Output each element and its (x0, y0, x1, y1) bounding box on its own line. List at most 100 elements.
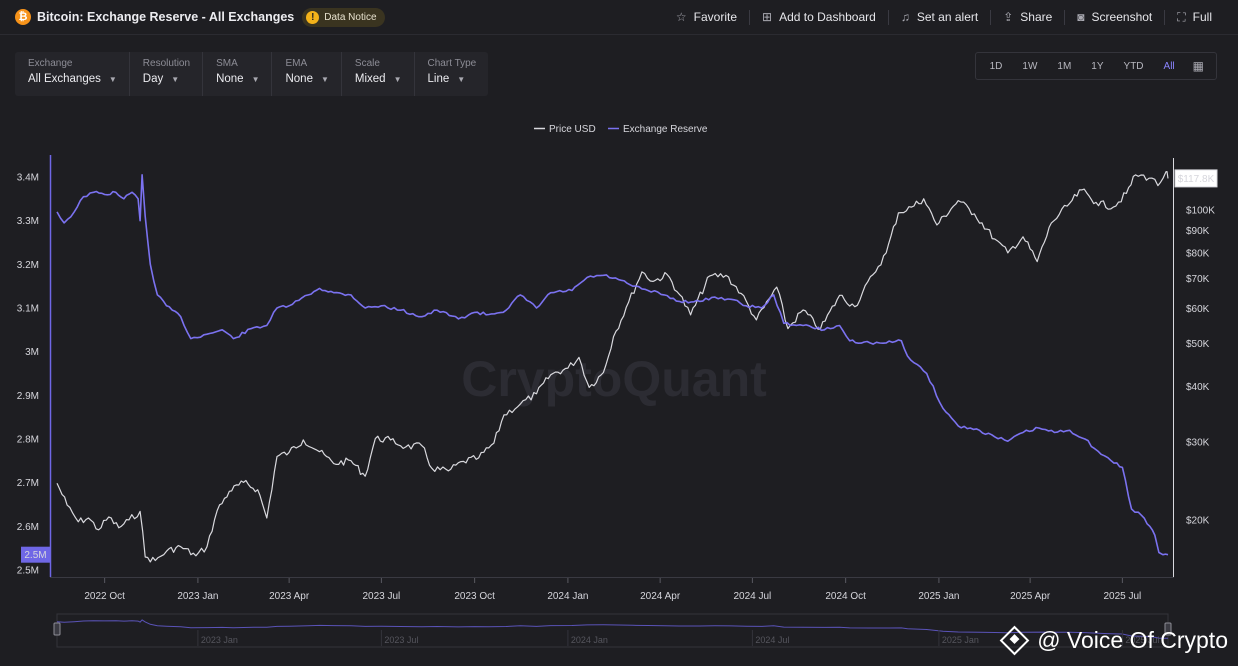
reserve-data-point (435, 308, 439, 312)
x-axis-ticks: 2022 Oct 2023 Jan 2023 Apr 2023 Jul 2023 Oct… (84, 578, 1141, 602)
navigator-tick-label: 2023 Jan (201, 635, 238, 645)
price-data-point (922, 197, 926, 201)
reserve-data-point (1140, 513, 1144, 517)
right-current-value-tag: $117.8K (1174, 169, 1218, 188)
reserve-data-point (504, 308, 508, 312)
legend[interactable]: Price USD Exchange Reserve (534, 124, 708, 135)
price-data-point (801, 308, 805, 312)
x-tick-label: 2025 Jan (918, 591, 959, 602)
price-data-point (227, 489, 231, 493)
price-data-point (430, 467, 434, 471)
price-data-point (117, 526, 121, 530)
reserve-data-point (1006, 439, 1010, 443)
price-data-point (275, 455, 279, 459)
price-data-point (349, 459, 353, 463)
reserve-data-point (306, 293, 310, 297)
price-data-point (640, 270, 644, 274)
left-tick-label: 2.5M (17, 566, 39, 577)
right-tick-label: $90K (1186, 226, 1210, 237)
price-data-point (215, 509, 219, 513)
reserve-data-point (189, 337, 193, 341)
reserve-data-point (1157, 551, 1161, 555)
price-data-point (1156, 184, 1160, 188)
price-data-point (956, 199, 960, 203)
reserve-data-point (165, 304, 169, 308)
watermark: CryptoQuant (461, 351, 767, 407)
x-tick-label: 2025 Jul (1103, 591, 1141, 602)
legend-label-price: Price USD (549, 124, 596, 135)
reserve-data-point (62, 221, 66, 225)
price-data-point (910, 205, 914, 209)
legend-label-reserve: Exchange Reserve (623, 124, 708, 135)
price-data-point (535, 392, 539, 396)
reserve-data-point (72, 210, 76, 214)
x-tick-label: 2023 Apr (269, 591, 310, 602)
price-data-point (389, 438, 393, 442)
left-tick-label: 3.2M (17, 260, 39, 271)
left-current-value: 2.5M (24, 550, 46, 561)
left-axis-ticks: 3.4M 3.3M 3.2M 3.1M 3M 2.9M 2.8M 2.7M 2.6M 2.5M (17, 173, 39, 577)
price-data-point (754, 318, 758, 322)
reserve-data-point (899, 339, 903, 343)
price-data-point (677, 292, 681, 296)
reserve-data-point (1109, 459, 1113, 463)
price-data-point (1150, 176, 1154, 180)
chart-canvas[interactable]: CryptoQuant Price USD Exchange Reserve 3… (0, 0, 1238, 666)
reserve-data-point (155, 293, 159, 297)
reserve-data-point (1161, 553, 1165, 557)
navigator-left-handle[interactable] (53, 622, 61, 636)
price-data-point (194, 554, 198, 558)
left-tick-label: 2.7M (17, 478, 39, 489)
price-data-point (86, 516, 90, 520)
price-data-point (1068, 201, 1072, 205)
price-data-point (627, 300, 631, 304)
reserve-data-point (55, 210, 59, 214)
price-data-point (724, 273, 728, 277)
reserve-data-point (379, 304, 383, 308)
left-tick-label: 3M (25, 347, 39, 358)
price-data-point (404, 445, 408, 449)
reserve-data-point (130, 190, 134, 194)
reserve-data-point (1083, 437, 1087, 441)
reserve-data-point (143, 214, 147, 218)
price-data-point (566, 366, 570, 370)
reserve-data-point (122, 197, 126, 201)
right-tick-label: $60K (1186, 304, 1210, 315)
price-data-point (601, 371, 605, 375)
reserve-data-point (287, 304, 291, 308)
right-tick-label: $40K (1186, 382, 1210, 393)
right-tick-label: $80K (1186, 248, 1210, 259)
reserve-data-point (1068, 428, 1072, 432)
reserve-data-point (868, 341, 872, 345)
price-data-point (55, 481, 59, 485)
reserve-data-point (140, 173, 144, 177)
price-data-point (1134, 173, 1138, 177)
reserve-data-point (617, 278, 621, 282)
reserve-data-point (138, 219, 142, 223)
right-current-value: $117.8K (1178, 174, 1215, 185)
reserve-data-point (148, 262, 152, 266)
reserve-data-point (318, 286, 322, 290)
price-data-point (665, 273, 669, 277)
x-tick-label: 2023 Jul (362, 591, 400, 602)
price-data-point (1035, 260, 1039, 264)
reserve-data-point (1120, 465, 1124, 469)
reserve-data-point (772, 293, 776, 297)
x-tick-label: 2023 Oct (454, 591, 495, 602)
right-tick-label: $100K (1186, 205, 1215, 216)
price-data-point (549, 373, 553, 377)
price-data-point (708, 274, 712, 278)
reserve-data-point (349, 293, 353, 297)
navigator-tick-label: 2024 Jul (755, 635, 789, 645)
reserve-data-point (456, 317, 460, 321)
price-data-point (871, 273, 875, 277)
reserve-data-point (1037, 426, 1041, 430)
price-data-point (689, 313, 693, 317)
price-data-point (420, 444, 424, 448)
reserve-data-point (941, 406, 945, 410)
left-current-value-tag: 2.5M (21, 546, 50, 563)
price-data-point (256, 488, 260, 492)
reserve-data-point (848, 339, 852, 343)
price-data-point (651, 279, 655, 283)
price-data-point (853, 305, 857, 309)
